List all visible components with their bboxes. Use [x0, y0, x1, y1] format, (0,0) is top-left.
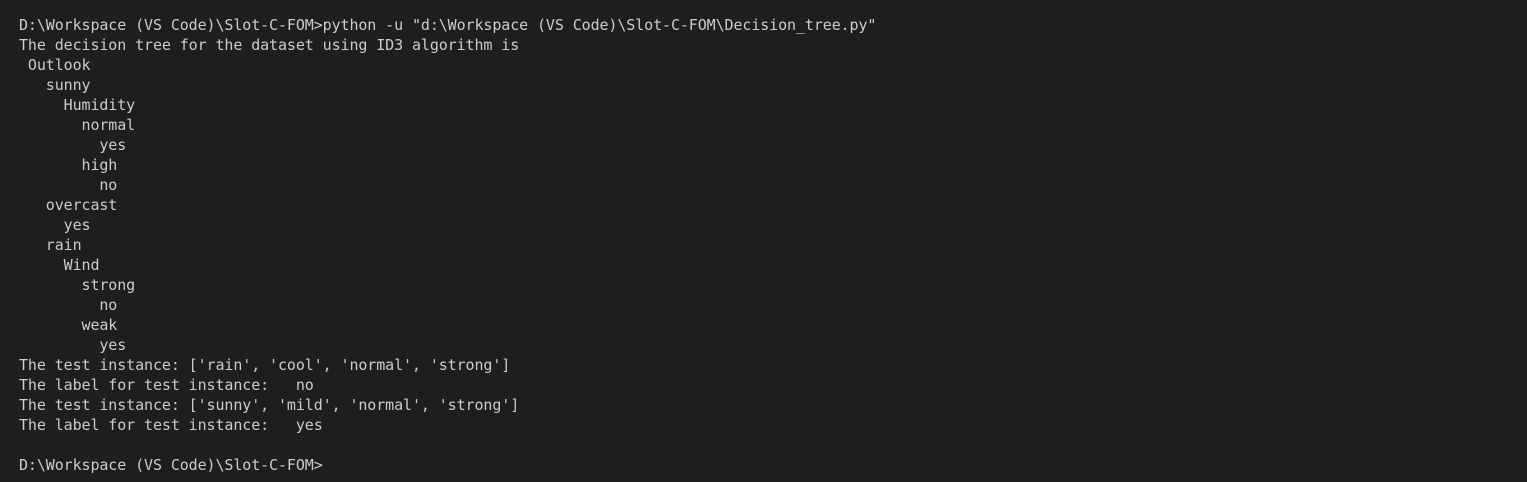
- tree-heading: The decision tree for the dataset using …: [19, 36, 520, 54]
- test-label-line: The label for test instance: no: [19, 376, 314, 394]
- tree-branch-strong: strong: [19, 276, 136, 294]
- tree-branch-overcast: overcast: [19, 196, 118, 214]
- tree-branch-high: high: [19, 156, 118, 174]
- tree-node-wind: Wind: [19, 256, 100, 274]
- tree-node-outlook: Outlook: [19, 56, 91, 74]
- test-label-line: The label for test instance: yes: [19, 416, 323, 434]
- tree-leaf-no: no: [19, 296, 118, 314]
- tree-leaf-no: no: [19, 176, 118, 194]
- tree-leaf-yes: yes: [19, 336, 127, 354]
- tree-branch-normal: normal: [19, 116, 136, 134]
- tree-leaf-yes: yes: [19, 136, 127, 154]
- test-instance-line: The test instance: ['sunny', 'mild', 'no…: [19, 396, 520, 414]
- tree-node-humidity: Humidity: [19, 96, 136, 114]
- prompt-line[interactable]: D:\Workspace (VS Code)\Slot-C-FOM>: [19, 455, 1527, 475]
- test-instance-line: The test instance: ['rain', 'cool', 'nor…: [19, 356, 511, 374]
- command-line: D:\Workspace (VS Code)\Slot-C-FOM>python…: [19, 16, 877, 34]
- tree-branch-rain: rain: [19, 236, 82, 254]
- terminal-output[interactable]: D:\Workspace (VS Code)\Slot-C-FOM>python…: [0, 0, 1527, 482]
- tree-branch-sunny: sunny: [19, 76, 91, 94]
- tree-leaf-yes: yes: [19, 216, 91, 234]
- tree-branch-weak: weak: [19, 316, 118, 334]
